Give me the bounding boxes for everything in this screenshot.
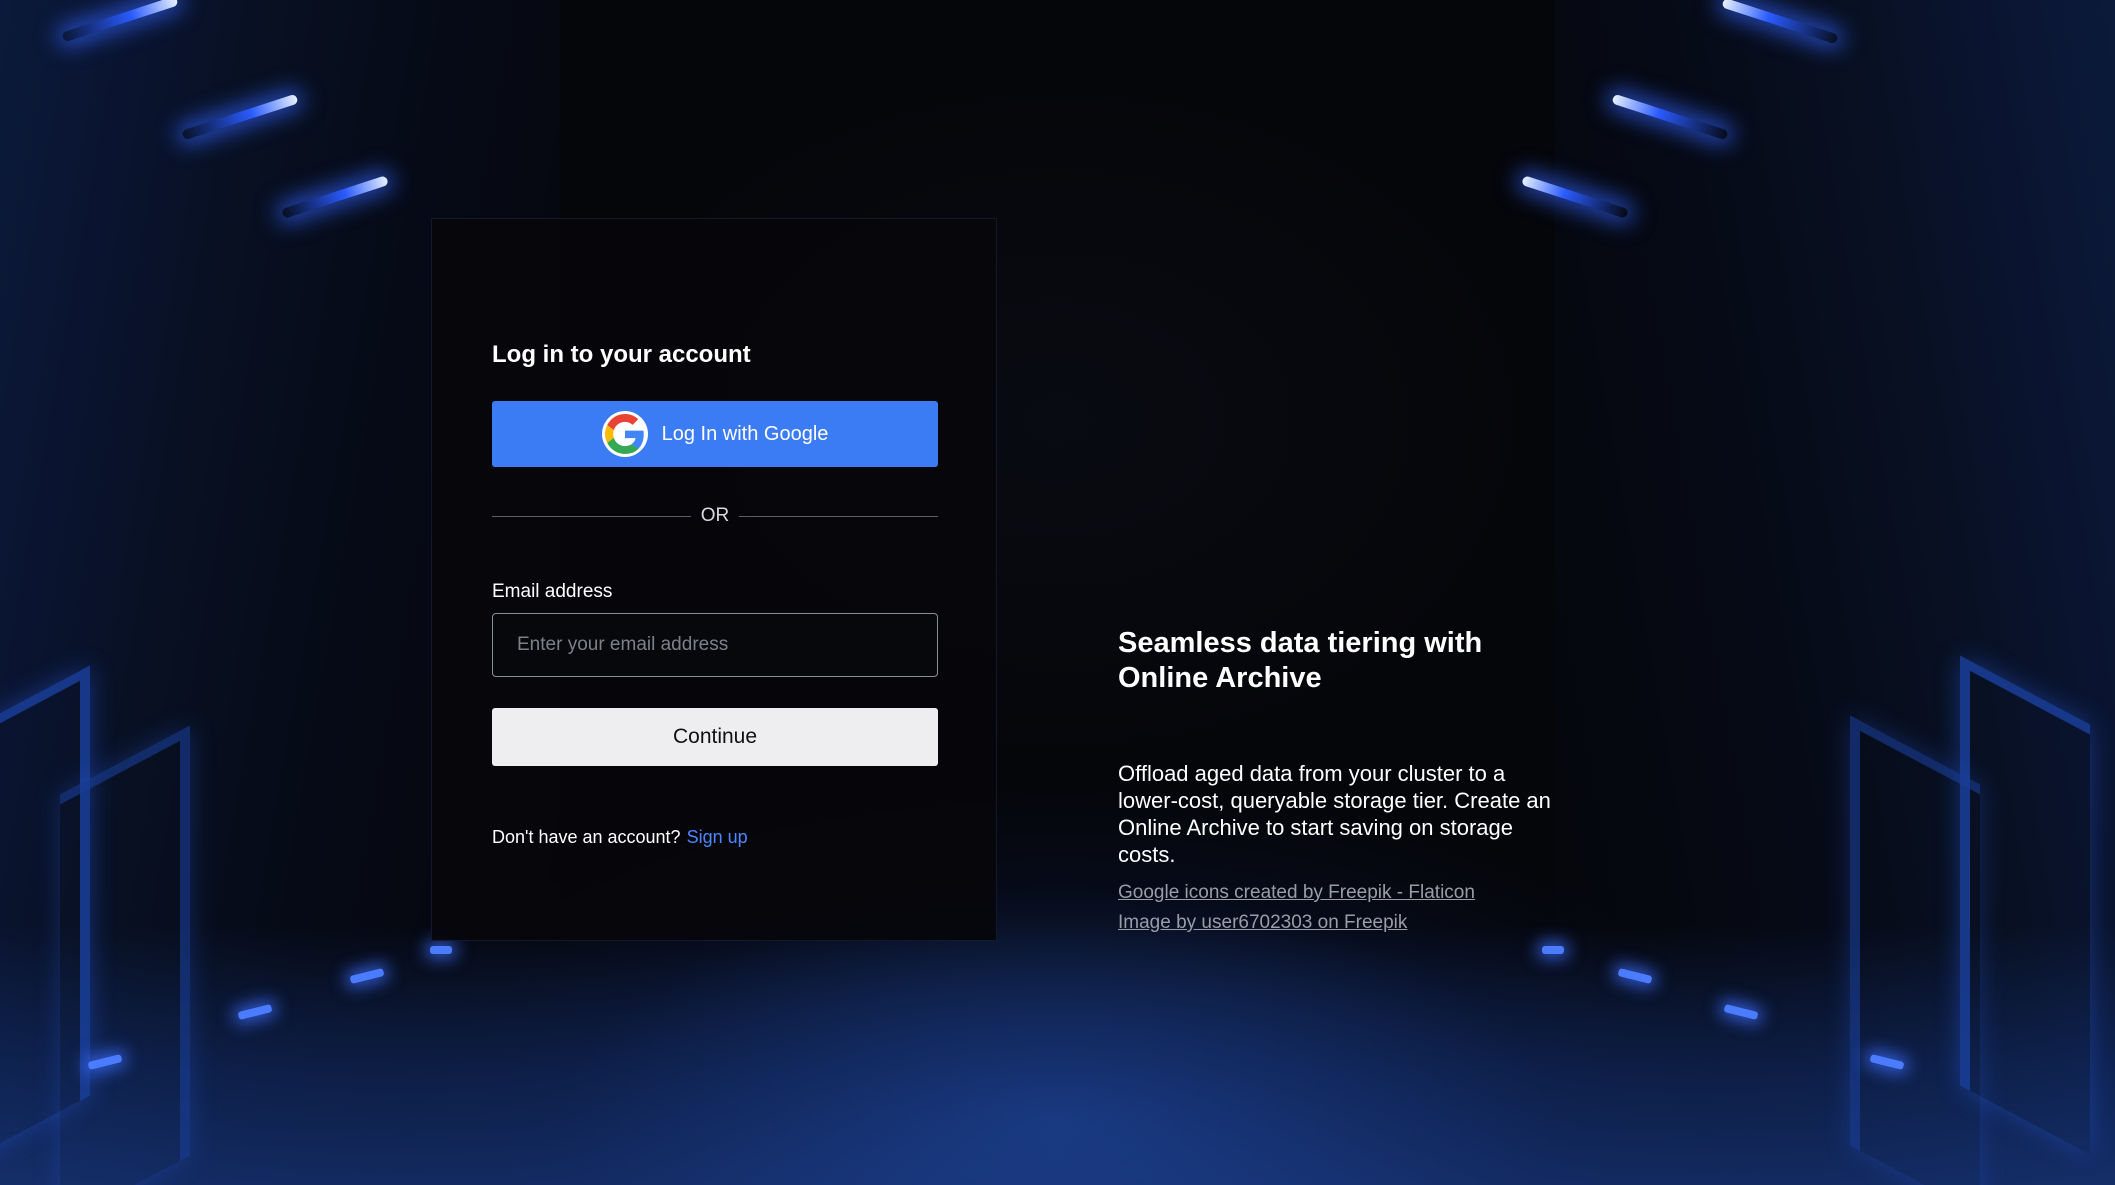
- promo-title-line-1: Seamless data tiering with: [1118, 627, 1483, 659]
- right-wall-panel: [1850, 715, 1980, 1185]
- signup-row: Don't have an account? Sign up: [492, 827, 748, 848]
- promo-title-line-2: Online Archive: [1118, 662, 1322, 694]
- floor-light: [1542, 946, 1564, 954]
- continue-button[interactable]: Continue: [492, 708, 938, 766]
- signup-link[interactable]: Sign up: [687, 827, 748, 847]
- freepik-credit-link[interactable]: Image by user6702303 on Freepik: [1118, 908, 1568, 938]
- credits: Google icons created by Freepik - Flatic…: [1118, 878, 1568, 938]
- google-icon: [601, 411, 648, 457]
- login-title: Log in to your account: [492, 341, 751, 368]
- divider-line: [492, 515, 691, 517]
- email-input[interactable]: [492, 613, 938, 677]
- or-divider: OR: [492, 505, 938, 527]
- divider-line: [739, 515, 938, 517]
- divider-text: OR: [700, 505, 730, 526]
- signup-prompt: Don't have an account?: [492, 827, 681, 847]
- google-login-label: Log In with Google: [661, 422, 829, 445]
- corridor-floor: [0, 925, 2115, 1185]
- promo-title: Seamless data tiering with Online Archiv…: [1118, 626, 1568, 696]
- promo-description: Offload aged data from your cluster to a…: [1118, 761, 1551, 867]
- left-wall-panel: [60, 725, 190, 1185]
- promo-panel: Seamless data tiering with Online Archiv…: [1118, 626, 1568, 938]
- email-label: Email address: [492, 581, 613, 602]
- flaticon-credit-link[interactable]: Google icons created by Freepik - Flatic…: [1118, 878, 1568, 908]
- floor-light: [430, 946, 452, 954]
- background-scene: Log in to your account Log In with Googl…: [0, 0, 2115, 1185]
- login-card: Log in to your account Log In with Googl…: [431, 218, 997, 941]
- google-login-button[interactable]: Log In with Google: [492, 401, 938, 467]
